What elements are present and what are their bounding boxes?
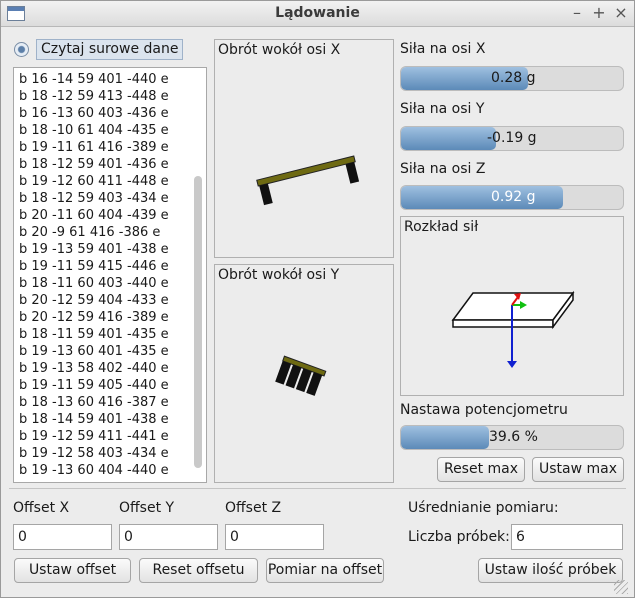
pot-bar: 39.6 % [400,425,624,450]
pot-label: Nastawa potencjometru [400,402,568,418]
list-item[interactable]: b 18 -12 59 401 -436 e [19,157,169,172]
force-distribution-panel: Rozkład sił [400,216,624,396]
raw-data-list[interactable]: b 16 -14 59 401 -440 e b 18 -12 59 413 -4… [13,67,207,483]
list-item[interactable]: b 20 -12 59 404 -433 e [19,293,169,308]
list-item[interactable]: b 19 -11 59 405 -440 e [19,378,169,393]
rotation-y-panel: Obrót wokół osi Y [214,264,394,483]
reset-offset-button[interactable]: Reset offsetu [139,558,258,583]
list-item[interactable]: b 19 -13 60 404 -440 e [19,463,169,478]
list-scrollbar[interactable] [194,176,202,468]
offset-z-label: Offset Z [225,500,282,516]
beam-x [256,155,356,187]
pot-value: 39.6 % [489,429,538,445]
force-z-bar: 0.92 g [400,185,624,210]
offset-x-field[interactable]: 0 [13,524,112,550]
list-item[interactable]: b 19 -13 59 401 -438 e [19,242,169,257]
z-axis-head [507,361,517,368]
separator [9,488,626,489]
set-max-button[interactable]: Ustaw max [532,457,624,482]
list-item[interactable]: b 18 -10 61 404 -435 e [19,123,169,138]
list-item[interactable]: b 18 -13 60 416 -387 e [19,395,169,410]
title-bar[interactable]: Lądowanie – + × [1,1,634,27]
force-x-value: 0.28 g [491,70,536,86]
force-z-fill [401,186,564,209]
list-item[interactable]: b 19 -11 61 416 -389 e [19,140,169,155]
list-item[interactable]: b 18 -11 59 401 -435 e [19,327,169,342]
window-title: Lądowanie [275,5,360,21]
rotation-x-view [256,155,360,206]
set-samples-button[interactable]: Ustaw ilość próbek [478,558,623,583]
list-item[interactable]: b 20 -12 59 416 -389 e [19,310,169,325]
force-y-label: Siła na osi Y [400,101,485,117]
reset-max-button[interactable]: Reset max [437,457,525,482]
minimize-icon[interactable]: – [567,3,587,23]
maximize-icon[interactable]: + [589,3,609,23]
force-y-fill [401,127,497,150]
set-offset-button[interactable]: Ustaw offset [14,558,131,583]
radio-selected-icon[interactable] [14,42,29,57]
offset-x-label: Offset X [13,500,70,516]
offset-z-field[interactable]: 0 [225,524,324,550]
rotation-x-panel: Obrót wokół osi X [214,39,394,258]
force-x-label: Siła na osi X [400,41,486,57]
force-z-value: 0.92 g [491,189,536,205]
list-item[interactable]: b 20 -9 61 416 -386 e [19,225,160,240]
list-item[interactable]: b 18 -12 59 403 -434 e [19,191,169,206]
list-item[interactable]: b 18 -11 60 403 -440 e [19,276,169,291]
samples-field[interactable]: 6 [511,524,623,550]
force-y-value: -0.19 g [487,130,537,146]
list-item[interactable]: b 19 -12 60 411 -448 e [19,174,169,189]
list-item[interactable]: b 16 -14 59 401 -440 e [19,72,169,87]
samples-label: Liczba próbek: [408,529,510,545]
plate-front [452,319,554,328]
force-x-bar: 0.28 g [400,66,624,91]
offset-y-label: Offset Y [119,500,175,516]
force-z-label: Siła na osi Z [400,161,486,177]
measure-offset-button[interactable]: Pomiar na offset [266,558,384,583]
list-item[interactable]: b 16 -13 60 403 -436 e [19,106,169,121]
force-distribution-view [451,290,575,368]
leg-x-left [259,183,273,206]
list-item[interactable]: b 20 -11 60 404 -439 e [19,208,169,223]
main-window: Lądowanie – + × Czytaj surowe dane b 16 … [0,0,635,598]
list-item[interactable]: b 19 -13 58 402 -440 e [19,361,169,376]
averaging-title: Uśrednianie pomiaru: [408,500,559,516]
force-y-bar: -0.19 g [400,126,624,151]
list-item[interactable]: b 19 -11 59 415 -446 e [19,259,169,274]
list-item[interactable]: b 18 -14 59 401 -438 e [19,412,169,427]
resize-grip-icon[interactable] [614,580,628,594]
raw-data-label[interactable]: Czytaj surowe dane [36,39,184,60]
list-item[interactable]: b 19 -12 58 403 -434 e [19,446,169,461]
list-item[interactable]: b 19 -13 60 401 -435 e [19,344,169,359]
offset-y-field[interactable]: 0 [119,524,218,550]
list-item[interactable]: b 18 -12 59 413 -448 e [19,89,169,104]
close-icon[interactable]: × [611,3,631,23]
rotation-y-view [275,355,327,396]
list-item[interactable]: b 19 -12 59 411 -441 e [19,429,169,444]
pot-fill [401,426,489,449]
leg-x-right [345,162,360,184]
